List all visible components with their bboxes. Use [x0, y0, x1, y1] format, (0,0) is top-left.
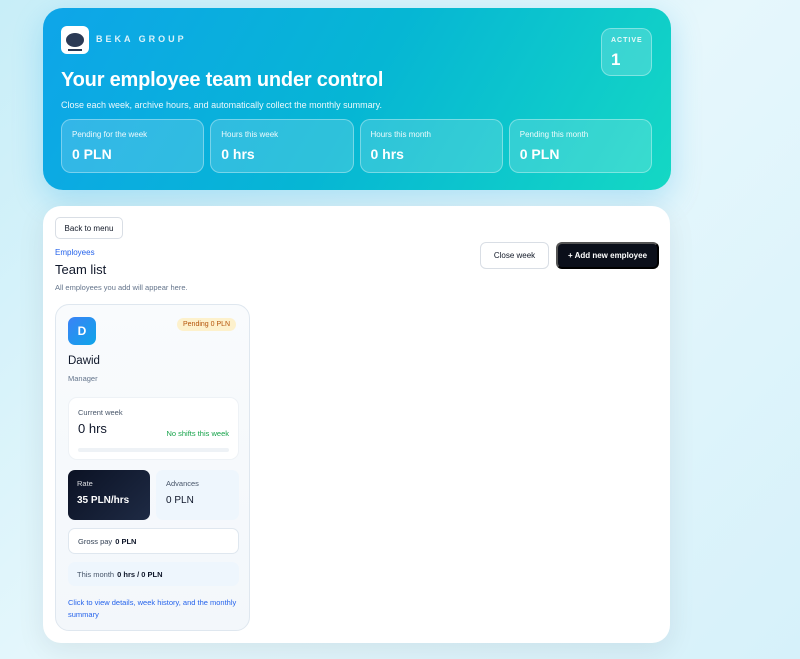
month-summary-row: This month 0 hrs / 0 PLN [68, 562, 239, 586]
active-count-card: ACTIVE 1 [601, 28, 652, 76]
stat-value: 0 hrs [370, 146, 404, 162]
back-to-menu-button[interactable]: Back to menu [55, 217, 123, 239]
breadcrumb[interactable]: Employees [55, 248, 95, 257]
stat-value: 0 PLN [72, 146, 112, 162]
section-subtitle: All employees you add will appear here. [55, 283, 188, 292]
stat-label: Pending for the week [72, 130, 148, 139]
stat-hours-month: Hours this month 0 hrs [359, 119, 503, 173]
avatar: D [68, 317, 96, 345]
page-subtitle: Close each week, archive hours, and auto… [61, 100, 382, 110]
week-status: No shifts this week [166, 429, 229, 438]
stat-label: Hours this week [221, 130, 279, 139]
advances-box: Advances 0 PLN [156, 470, 239, 520]
active-count-label: ACTIVE [611, 37, 643, 44]
section-title: Team list [55, 262, 107, 277]
status-badge: Pending 0 PLN [177, 318, 237, 331]
add-employee-button[interactable]: + Add new employee [556, 242, 659, 269]
employee-role: Manager [68, 374, 98, 383]
active-count-value: 1 [611, 50, 621, 69]
current-week-label: Current week [78, 408, 123, 417]
stat-value: 0 hrs [221, 146, 255, 162]
team-panel: Back to menu Employees Team list All emp… [43, 206, 670, 643]
page-title: Your employee team under control [61, 69, 384, 91]
card-details-link[interactable]: Click to view details, week history, and… [68, 597, 243, 621]
month-label: This month [77, 569, 115, 579]
stat-value: 0 PLN [519, 146, 560, 162]
stats-row: Pending for the week 0 PLN Hours this we… [61, 119, 652, 173]
stat-pending-week: Pending for the week 0 PLN [61, 119, 205, 173]
stat-label: Hours this month [370, 130, 431, 139]
brand-name: BEKA GROUP [96, 34, 187, 44]
current-week-hours: 0 hrs [78, 421, 107, 436]
gross-pay-row: Gross pay 0 PLN [68, 528, 239, 554]
rate-value: 35 PLN/hrs [77, 495, 130, 506]
rate-label: Rate [77, 479, 93, 488]
week-progress-bar [78, 448, 229, 452]
stat-pending-month: Pending this month 0 PLN [508, 119, 652, 173]
month-value: 0 hrs / 0 PLN [117, 569, 163, 579]
close-week-button[interactable]: Close week [480, 242, 549, 269]
beka-group-logo [61, 26, 89, 54]
summary-header: BEKA GROUP Your employee team under cont… [43, 8, 671, 190]
employee-card[interactable]: D Pending 0 PLN Dawid Manager Current we… [55, 304, 250, 631]
employee-name: Dawid [68, 355, 100, 367]
advances-value: 0 PLN [166, 495, 194, 506]
stat-label: Pending this month [519, 130, 589, 139]
advances-label: Advances [166, 479, 199, 488]
stat-hours-week: Hours this week 0 hrs [210, 119, 354, 173]
current-week-box: Current week 0 hrs No shifts this week [68, 397, 239, 460]
rate-box: Rate 35 PLN/hrs [68, 470, 150, 520]
gross-pay-value: 0 PLN [115, 536, 137, 546]
gross-pay-label: Gross pay [78, 536, 113, 546]
